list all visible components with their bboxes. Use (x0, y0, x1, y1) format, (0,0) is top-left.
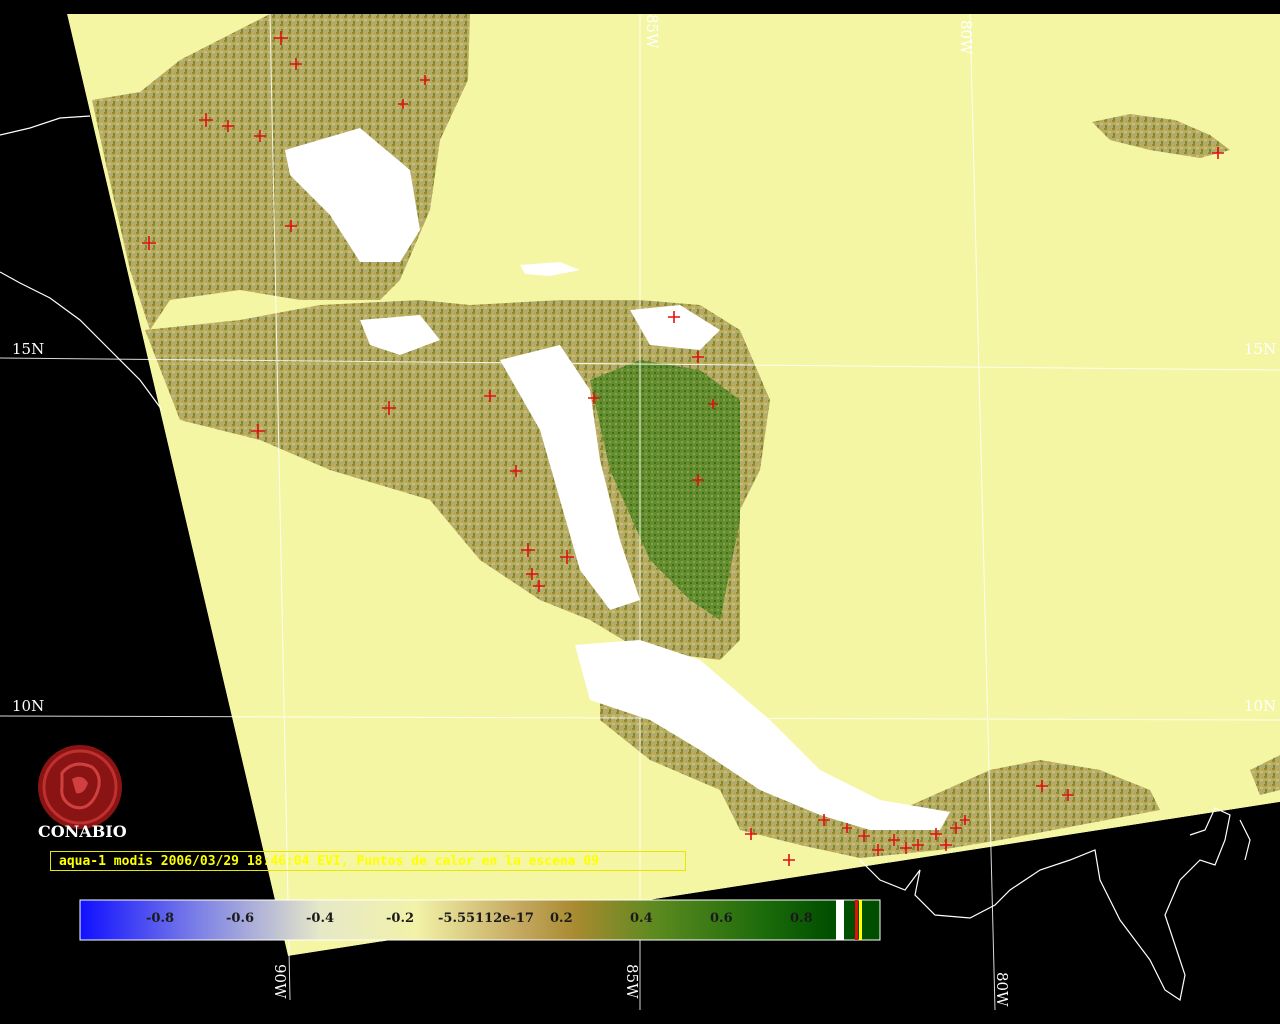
legend-tick: -0.8 (146, 911, 175, 926)
lon-label-80w-top: 80W (957, 20, 975, 55)
legend-tick: -5.55112e-17 (438, 911, 534, 926)
lat-label-10n-right: 10N (1244, 697, 1277, 715)
legend-tick: 0.6 (710, 911, 733, 926)
legend-tick: -0.4 (306, 911, 335, 926)
legend-tick: 0.2 (550, 911, 573, 926)
scene-caption: aqua-1 modis 2006/03/29 18:46:04 EVI, Pu… (50, 851, 686, 871)
organization-name: CONABIO (38, 822, 127, 841)
lon-label-85w-top: 85W (643, 14, 661, 49)
lon-label-85w-bottom: 85W (623, 964, 641, 999)
lon-label-80w-bottom: 80W (993, 972, 1011, 1007)
legend-tick: -0.2 (386, 911, 415, 926)
legend-tick: 0.8 (790, 911, 813, 926)
legend-tick: -0.6 (226, 911, 255, 926)
lat-label-15n-left: 15N (12, 340, 45, 358)
lat-label-15n-right: 15N (1244, 340, 1277, 358)
legend-tick: 0.4 (630, 911, 653, 926)
lat-label-10n-left: 10N (12, 697, 45, 715)
lon-label-90w-bottom: 90W (271, 964, 289, 999)
